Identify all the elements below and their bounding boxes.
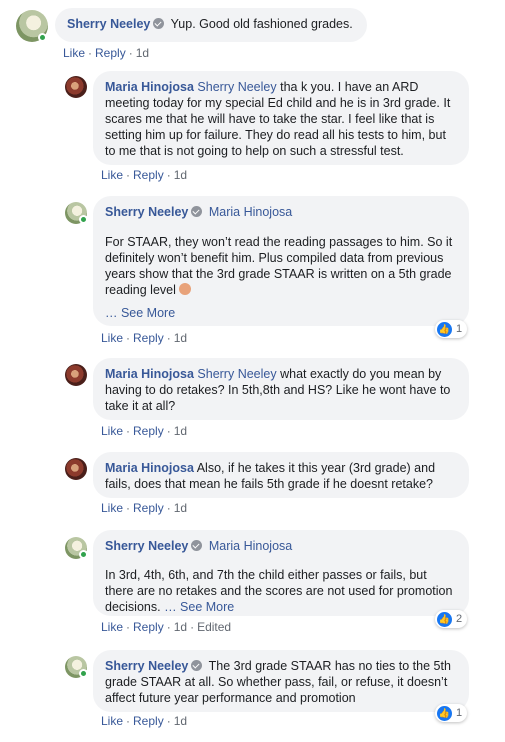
like-link[interactable]: Like (101, 501, 123, 515)
comment-bubble: Sherry Neeley Yup. Good old fashioned gr… (55, 8, 367, 42)
reply-link[interactable]: Reply (133, 620, 164, 634)
comment-actions: Like · Reply · 1d (101, 714, 188, 728)
comment-timestamp[interactable]: 1d (136, 46, 149, 60)
comment-author[interactable]: Sherry Neeley (67, 17, 150, 31)
comment-actions: Like · Reply · 1d (101, 501, 188, 515)
like-link[interactable]: Like (101, 331, 123, 345)
verified-badge-icon (191, 660, 203, 671)
online-status-icon (38, 33, 47, 42)
comment-bubble: Sherry Neeley Maria Hinojosa In 3rd, 4th… (93, 530, 469, 616)
comment-timestamp[interactable]: 1d (174, 168, 187, 182)
comment-timestamp[interactable]: 1d (174, 714, 187, 728)
like-link[interactable]: Like (101, 168, 123, 182)
reaction-badge[interactable]: 👍 1 (435, 704, 468, 722)
like-link[interactable]: Like (101, 424, 123, 438)
like-link[interactable]: Like (101, 620, 123, 634)
mention-link[interactable]: Maria Hinojosa (209, 205, 292, 219)
comment-text: In 3rd, 4th, 6th, and 7th the child eith… (105, 568, 453, 614)
thumbs-up-icon: 👍 (437, 321, 452, 337)
comment-author[interactable]: Maria Hinojosa (105, 461, 194, 475)
comment-author[interactable]: Sherry Neeley (105, 539, 188, 553)
see-more-link[interactable]: … See More (164, 600, 234, 614)
comment-timestamp[interactable]: 1d (174, 501, 187, 515)
comment-author[interactable]: Sherry Neeley (105, 205, 188, 219)
comment-timestamp[interactable]: 1d (174, 331, 187, 345)
reaction-count: 1 (456, 323, 463, 335)
comment-timestamp[interactable]: 1d (174, 620, 187, 634)
reaction-count: 2 (456, 613, 463, 625)
reply-link[interactable]: Reply (133, 501, 164, 515)
thumbs-up-icon: 👍 (437, 611, 452, 627)
comment-bubble: Sherry Neeley The 3rd grade STAAR has no… (93, 650, 469, 712)
reaction-badge[interactable]: 👍 1 (435, 320, 468, 338)
comment-author[interactable]: Sherry Neeley (105, 659, 188, 673)
comment-actions: Like · Reply · 1d (101, 168, 188, 182)
online-status-icon (79, 669, 88, 678)
reply-link[interactable]: Reply (95, 46, 126, 60)
like-link[interactable]: Like (101, 714, 123, 728)
comment-actions: Like · Reply · 1d (101, 424, 188, 438)
woman-facepalming-emoji (178, 283, 191, 295)
comment-bubble: Sherry Neeley Maria Hinojosa For STAAR, … (93, 196, 469, 326)
reply-link[interactable]: Reply (133, 424, 164, 438)
reply-link[interactable]: Reply (133, 714, 164, 728)
verified-badge-icon (191, 206, 203, 217)
mention-link[interactable]: Sherry Neeley (197, 80, 276, 94)
see-more-link[interactable]: … See More (105, 305, 457, 321)
mention-link[interactable]: Maria Hinojosa (209, 539, 292, 553)
comment-author[interactable]: Maria Hinojosa (105, 80, 194, 94)
mention-link[interactable]: Sherry Neeley (197, 367, 276, 381)
reaction-count: 1 (456, 707, 463, 719)
like-link[interactable]: Like (63, 46, 85, 60)
reply-link[interactable]: Reply (133, 331, 164, 345)
online-status-icon (79, 215, 88, 224)
comment-text: Yup. Good old fashioned grades. (170, 17, 353, 31)
thumbs-up-icon: 👍 (437, 705, 452, 721)
comment-bubble: Maria Hinojosa Sherry Neeley what exactl… (93, 358, 469, 420)
reply-link[interactable]: Reply (133, 168, 164, 182)
comment-text: For STAAR, they won’t read the reading p… (105, 235, 453, 297)
reaction-badge[interactable]: 👍 2 (435, 610, 468, 628)
comment-actions: Like · Reply · 1d (63, 46, 150, 60)
avatar[interactable] (65, 76, 87, 98)
online-status-icon (79, 550, 88, 559)
comment-author[interactable]: Maria Hinojosa (105, 367, 194, 381)
verified-badge-icon (191, 540, 203, 551)
avatar[interactable] (65, 364, 87, 386)
avatar[interactable] (65, 458, 87, 480)
comment-bubble: Maria Hinojosa Sherry Neeley tha k you. … (93, 71, 469, 165)
comment-actions: Like · Reply · 1d · Edited (101, 620, 232, 634)
comment-actions: Like · Reply · 1d (101, 331, 188, 345)
verified-badge-icon (153, 18, 165, 29)
comment-timestamp[interactable]: 1d (174, 424, 187, 438)
edited-label[interactable]: Edited (197, 620, 231, 634)
comment-bubble: Maria Hinojosa Also, if he takes it this… (93, 452, 469, 498)
